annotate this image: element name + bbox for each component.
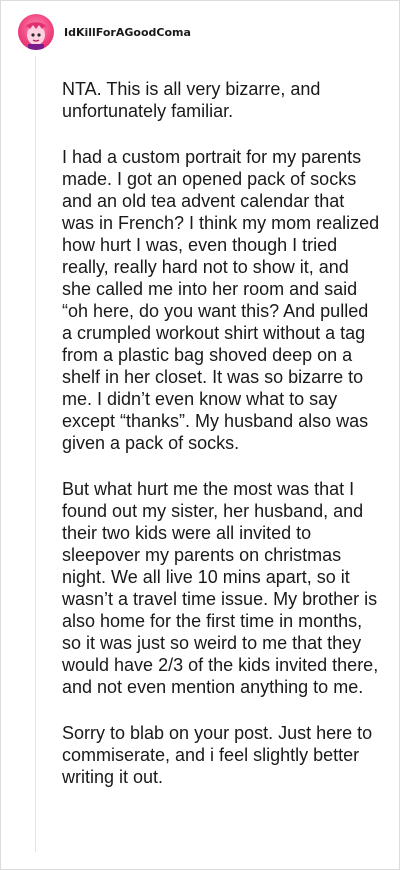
comment-paragraph: Sorry to blab on your post. Just here to… (62, 723, 373, 787)
username[interactable]: IdKillForAGoodComa (64, 26, 191, 39)
comment-paragraph: But what hurt me the most was that I fou… (62, 479, 379, 697)
comment-header: IdKillForAGoodComa (18, 14, 191, 50)
thread-line[interactable] (35, 56, 36, 852)
comment-paragraph: I had a custom portrait for my parents m… (62, 147, 380, 453)
comment-body: NTA. This is all very bizarre, and unfor… (62, 78, 380, 812)
pink-cartoon-avatar-icon (25, 22, 47, 50)
avatar[interactable] (18, 14, 54, 50)
comment-paragraph: NTA. This is all very bizarre, and unfor… (62, 79, 321, 121)
